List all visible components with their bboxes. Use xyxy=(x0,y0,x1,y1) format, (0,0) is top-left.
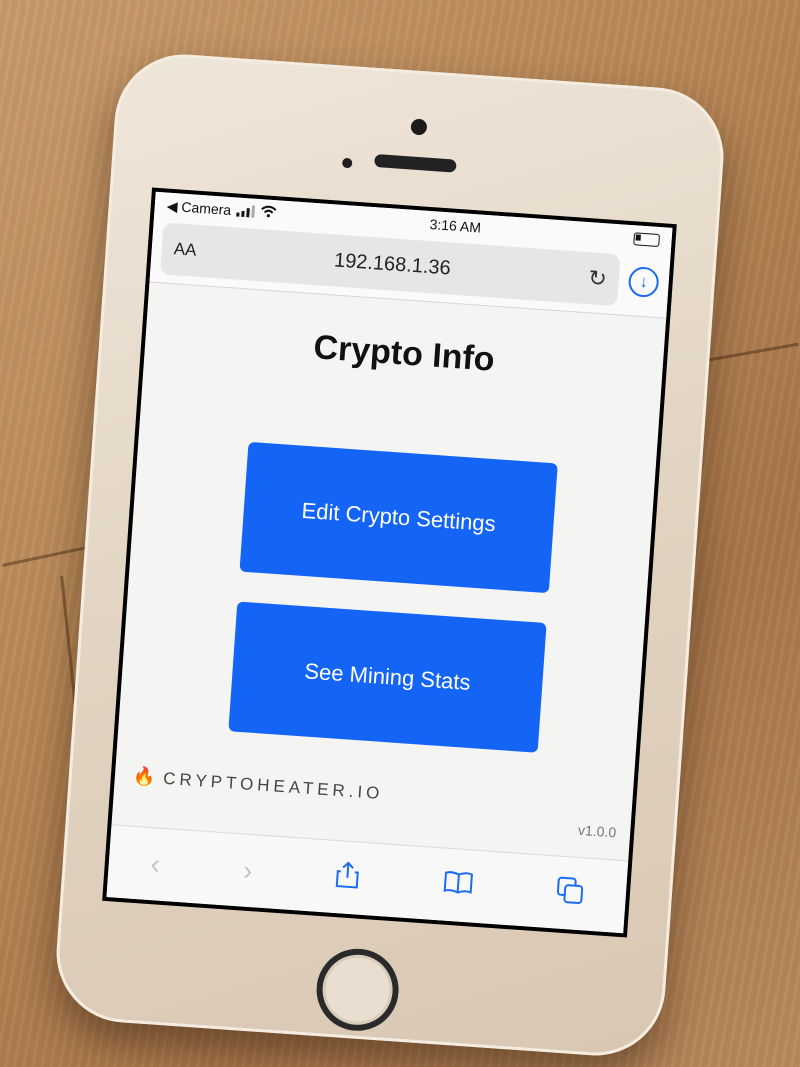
status-time: 3:16 AM xyxy=(429,215,482,236)
back-to-app-link[interactable]: ◀ Camera xyxy=(166,197,231,218)
signal-bars-icon xyxy=(236,205,256,218)
phone: ◀ Camera 3:16 AM AA 192.168.1.36 ↻ ↓ Cry… xyxy=(51,49,729,1061)
text-size-button[interactable]: AA xyxy=(173,239,197,261)
flame-icon: 🔥 xyxy=(132,765,157,788)
home-button[interactable] xyxy=(313,946,402,1034)
forward-arrow-icon[interactable]: › xyxy=(242,855,253,888)
tabs-icon[interactable] xyxy=(555,875,585,912)
front-camera xyxy=(410,118,428,136)
download-icon[interactable]: ↓ xyxy=(627,266,660,299)
status-left: ◀ Camera xyxy=(166,197,277,222)
url-text[interactable]: 192.168.1.36 xyxy=(196,239,590,289)
reload-icon[interactable]: ↻ xyxy=(587,265,608,292)
share-icon[interactable] xyxy=(335,860,361,897)
see-mining-stats-button[interactable]: See Mining Stats xyxy=(228,601,547,753)
phone-screen: ◀ Camera 3:16 AM AA 192.168.1.36 ↻ ↓ Cry… xyxy=(102,187,677,938)
earpiece-speaker xyxy=(374,153,457,173)
version-label: v1.0.0 xyxy=(577,821,617,841)
wifi-icon xyxy=(260,204,277,221)
edit-crypto-settings-button[interactable]: Edit Crypto Settings xyxy=(239,441,558,594)
page-title: Crypto Info xyxy=(312,328,496,379)
battery-icon xyxy=(633,231,661,247)
proximity-sensor xyxy=(341,157,353,169)
back-arrow-icon[interactable]: ‹ xyxy=(149,848,161,881)
browser-display: ◀ Camera 3:16 AM AA 192.168.1.36 ↻ ↓ Cry… xyxy=(106,191,673,934)
bookmarks-icon[interactable] xyxy=(442,869,474,903)
